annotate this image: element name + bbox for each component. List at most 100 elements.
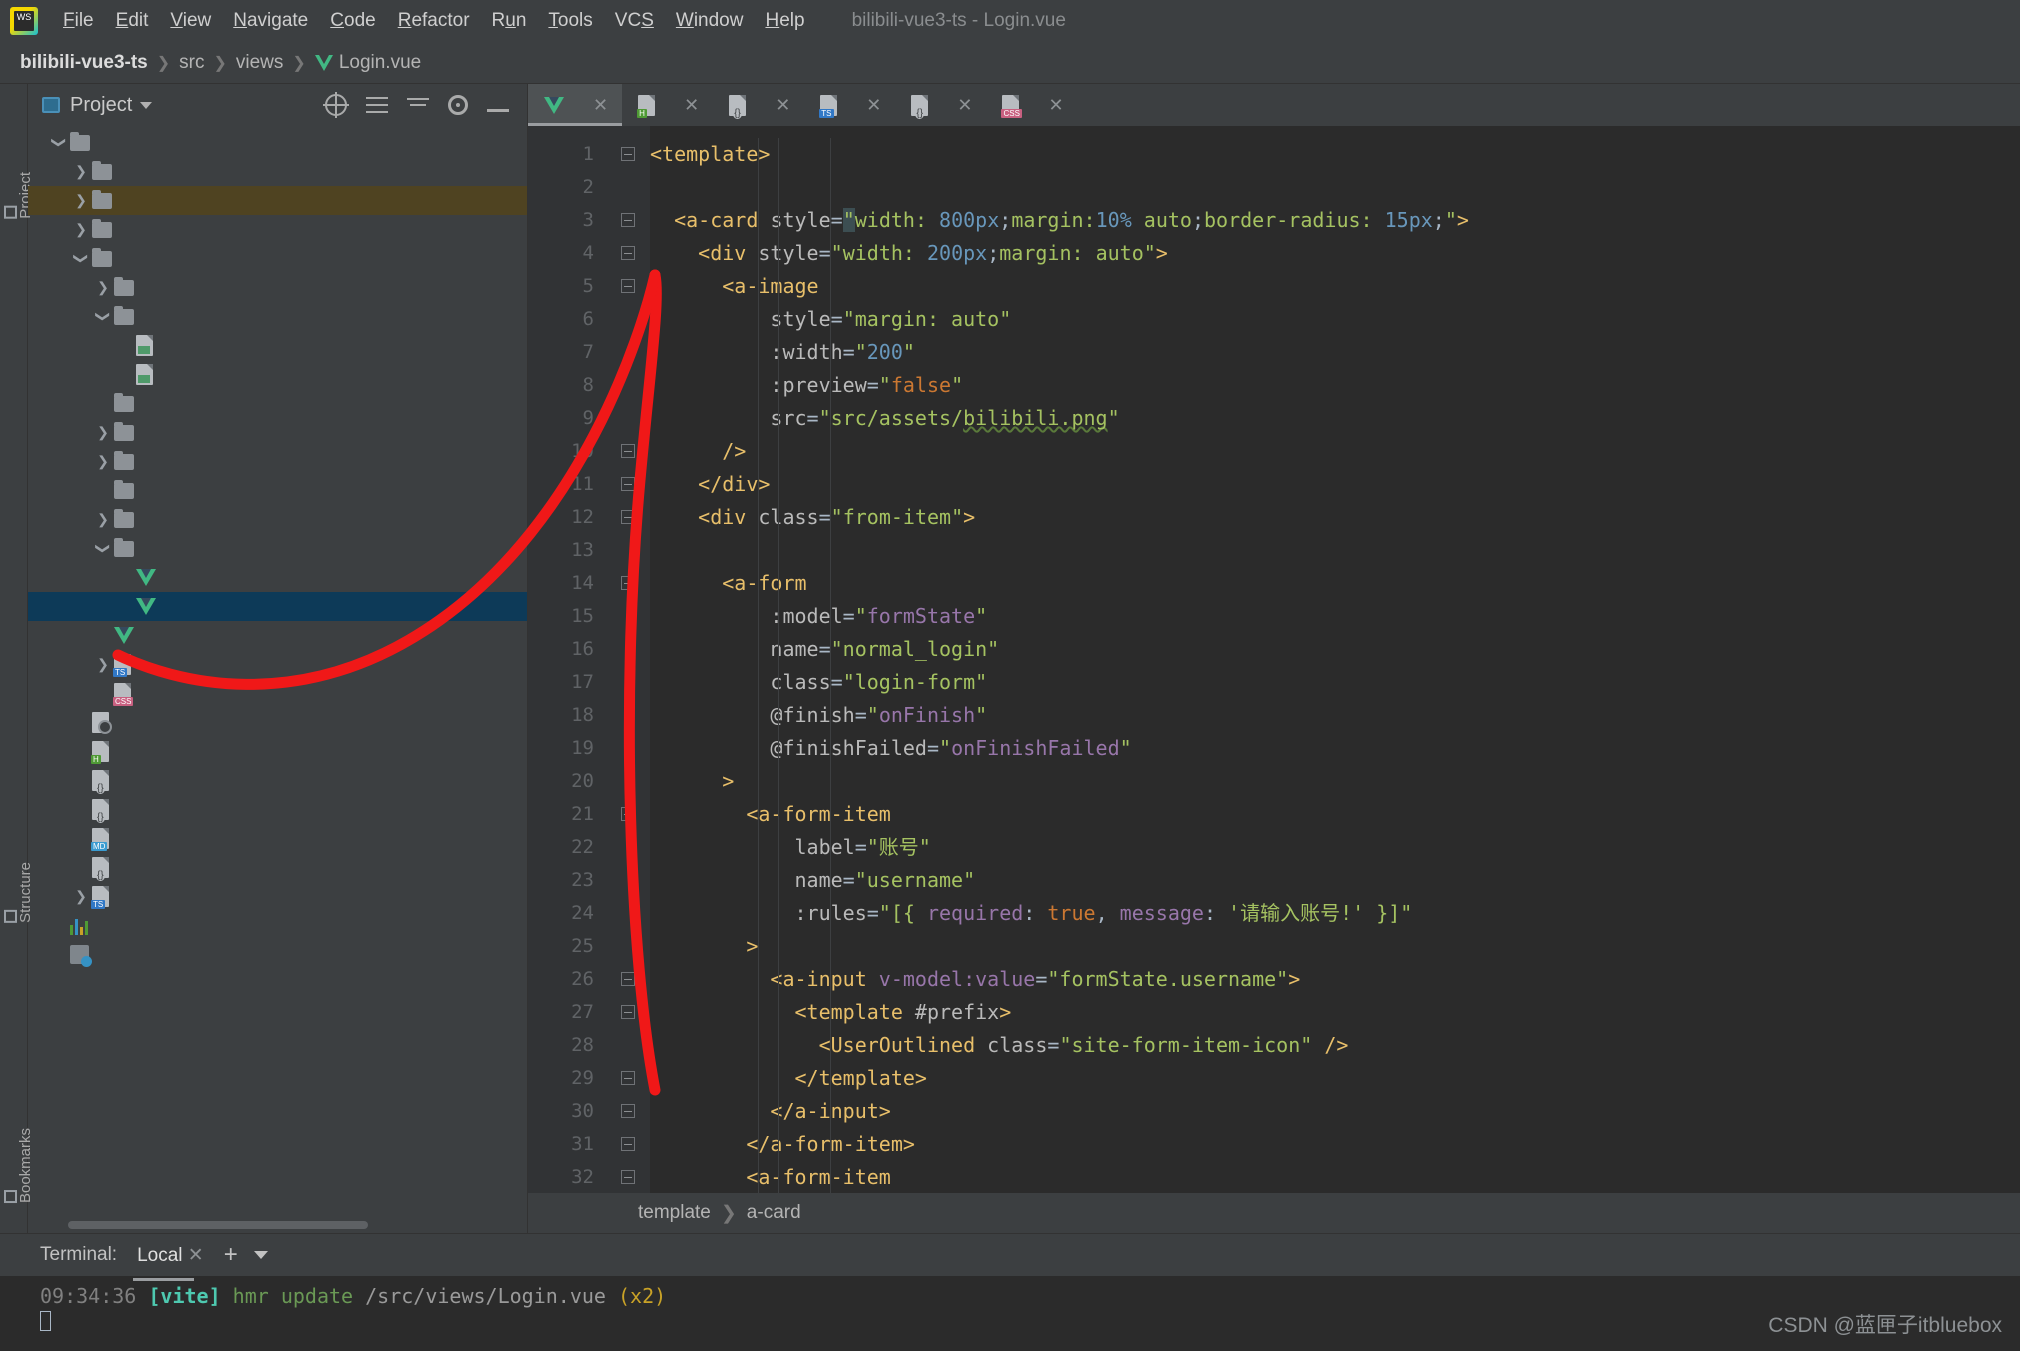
menu-file[interactable]: File [52,6,105,36]
fold-marker[interactable] [606,798,650,831]
code-line[interactable]: @finish="onFinish" [650,699,2020,732]
tree-item-package-json[interactable] [28,766,527,795]
editor-tab-bar[interactable]: ✕H✕✕TS✕✕CSS✕ [528,84,2020,126]
code-line[interactable]: > [650,765,2020,798]
tree-item-api[interactable] [28,273,527,302]
tree-item-main-ts[interactable]: TS [28,650,527,679]
code-line[interactable]: <a-image [650,270,2020,303]
chevron-right-icon[interactable] [92,511,114,528]
terminal-tab-local[interactable]: Local ✕ [133,1238,208,1273]
code-line[interactable]: <UserOutlined class="site-form-item-icon… [650,1029,2020,1062]
code-line[interactable]: src="src/assets/bilibili.png" [650,402,2020,435]
breadcrumb-file[interactable]: Login.vue [339,52,421,74]
editor-tab-tsconfig-json[interactable]: ✕ [895,84,986,126]
tree-item-utils[interactable] [28,505,527,534]
code-line[interactable]: :rules="[{ required: true, message: '请输入… [650,897,2020,930]
tree-item-package-lock-json[interactable] [28,795,527,824]
tree-item-scratches-and-consoles[interactable] [28,940,527,969]
code-line[interactable]: :model="formState" [650,600,2020,633]
chevron-down-icon[interactable] [70,250,92,267]
fold-marker[interactable] [606,468,650,501]
chevron-down-icon[interactable] [140,102,152,109]
editor-tab-index-html[interactable]: H✕ [622,84,713,126]
tree-item--gitignore[interactable] [28,708,527,737]
bottom-breadcrumb-acard[interactable]: a-card [747,1202,801,1224]
chevron-right-icon[interactable] [92,453,114,470]
code-line[interactable]: </a-input> [650,1095,2020,1128]
tree-item-vite-config-ts[interactable]: TS [28,882,527,911]
fold-marker[interactable] [606,204,650,237]
menu-code[interactable]: Code [319,6,386,36]
tree-item-app-vue[interactable] [28,621,527,650]
menu-tools[interactable]: Tools [537,6,603,36]
editor-tab-login-vue[interactable]: ✕ [528,84,622,126]
chevron-down-icon[interactable] [254,1251,268,1259]
fold-marker[interactable] [606,1128,650,1161]
editor-tab-vite-config-ts[interactable]: TS✕ [804,84,895,126]
chevron-down-icon[interactable] [48,134,70,151]
code-line[interactable]: class="login-form" [650,666,2020,699]
close-icon[interactable]: ✕ [775,95,790,116]
chevron-right-icon[interactable] [92,424,114,441]
breadcrumb-project[interactable]: bilibili-vue3-ts [20,52,148,74]
breadcrumb-src[interactable]: src [179,52,204,74]
fold-marker[interactable] [606,237,650,270]
close-icon[interactable]: ✕ [866,95,881,116]
menu-view[interactable]: View [159,6,222,36]
tree-item-index-html[interactable]: H [28,737,527,766]
terminal-add-button[interactable]: + [224,1241,238,1269]
tree-item-styles[interactable] [28,476,527,505]
tree-item-components[interactable] [28,389,527,418]
project-horizontal-scrollbar[interactable] [28,1217,527,1233]
code-line[interactable]: <template #prefix> [650,996,2020,1029]
menu-navigate[interactable]: Navigate [222,6,319,36]
code-line[interactable]: label="账号" [650,831,2020,864]
menu-run[interactable]: Run [481,6,538,36]
close-icon[interactable]: ✕ [957,95,972,116]
fold-marker[interactable] [606,435,650,468]
code-line[interactable]: :preview="false" [650,369,2020,402]
code-line[interactable]: <template> [650,138,2020,171]
breadcrumb-views[interactable]: views [236,52,284,74]
project-tree[interactable]: TSCSSHMDTS [28,126,527,1217]
tree-item-assets[interactable] [28,302,527,331]
menu-edit[interactable]: Edit [105,6,160,36]
tree-item-router[interactable] [28,418,527,447]
code-content[interactable]: <template> <a-card style="width: 800px;m… [650,126,2020,1193]
fold-marker[interactable] [606,501,650,534]
code-folding-column[interactable] [606,126,650,1193]
bottom-breadcrumb-template[interactable]: template [638,1202,711,1224]
collapse-all-icon[interactable] [366,94,388,116]
tree-item-views[interactable] [28,534,527,563]
tree-item-tsconfig-json[interactable] [28,853,527,882]
tree-item-style-css[interactable]: CSS [28,679,527,708]
tree-item-vue-svg[interactable] [28,360,527,389]
code-line[interactable]: <div class="from-item"> [650,501,2020,534]
code-line[interactable]: /> [650,435,2020,468]
code-line[interactable]: </div> [650,468,2020,501]
editor-tab-style-css[interactable]: CSS✕ [986,84,1077,126]
fold-marker[interactable] [606,567,650,600]
code-line[interactable]: <a-card style="width: 800px;margin:10% a… [650,204,2020,237]
fold-marker[interactable] [606,996,650,1029]
menu-refactor[interactable]: Refactor [387,6,481,36]
close-icon[interactable]: ✕ [593,95,608,116]
fold-marker[interactable] [606,1161,650,1193]
chevron-right-icon[interactable] [70,192,92,209]
tree-item-bilibili-vue3-ts[interactable] [28,128,527,157]
chevron-down-icon[interactable] [92,308,114,325]
chevron-right-icon[interactable] [92,279,114,296]
code-line[interactable]: name="normal_login" [650,633,2020,666]
code-line[interactable]: <a-input v-model:value="formState.userna… [650,963,2020,996]
chevron-right-icon[interactable] [70,221,92,238]
chevron-down-icon[interactable] [92,540,114,557]
terminal-output[interactable]: 09:34:36 [vite] hmr update /src/views/Lo… [0,1276,2020,1351]
minimize-icon[interactable] [487,109,509,112]
tree-item-src[interactable] [28,244,527,273]
code-line[interactable]: </template> [650,1062,2020,1095]
expand-icon[interactable] [407,94,429,116]
tree-item-bilibili-png[interactable] [28,331,527,360]
tree-item-login-vue[interactable] [28,592,527,621]
tree-item-external-libraries[interactable] [28,911,527,940]
fold-marker[interactable] [606,270,650,303]
